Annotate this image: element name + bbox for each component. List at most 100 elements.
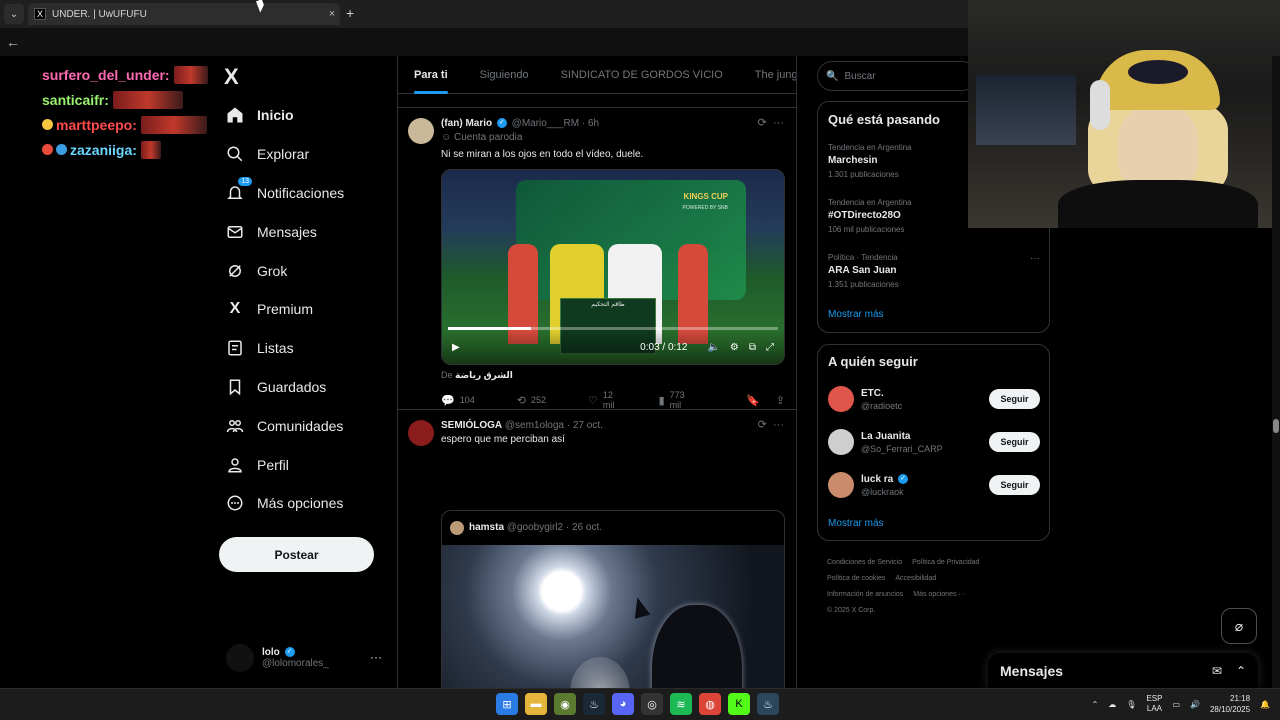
tweet-time[interactable]: · 27 oct. bbox=[567, 420, 603, 431]
page-scrollbar[interactable] bbox=[1272, 56, 1280, 688]
grok-icon[interactable]: ⟳ bbox=[758, 419, 767, 431]
browser-tab[interactable]: X UNDER. | UwUFUFU × bbox=[28, 3, 340, 25]
reply-button[interactable]: 💬 104 bbox=[441, 394, 475, 407]
sidebar-item-profile[interactable]: Perfil bbox=[222, 445, 392, 484]
x-logo-icon[interactable]: X bbox=[224, 64, 239, 90]
show-more-link[interactable]: Mostrar más bbox=[828, 309, 884, 320]
avatar[interactable] bbox=[408, 118, 434, 144]
repost-button[interactable]: ⟲ 252 bbox=[517, 394, 546, 407]
video-source-name[interactable]: الشرق رياضة bbox=[455, 370, 513, 380]
new-tab-button[interactable]: + bbox=[346, 5, 354, 21]
back-arrow-icon[interactable]: ← bbox=[0, 34, 26, 50]
footer-link[interactable]: Información de anuncios bbox=[827, 591, 903, 598]
bookmark-icon[interactable]: 🔖 bbox=[746, 394, 760, 407]
sidebar-item-home[interactable]: Inicio bbox=[222, 96, 392, 135]
sidebar-item-bookmarks[interactable]: Guardados bbox=[222, 368, 392, 407]
tweet-video[interactable]: KINGS CUP POWERED BY SNB طاقم التحكيم ▶ … bbox=[441, 169, 785, 365]
game-icon[interactable]: ◉ bbox=[554, 693, 576, 715]
settings-gear-icon[interactable]: ⚙ bbox=[730, 342, 739, 353]
messages-drawer[interactable]: Mensajes ✉ ⌃ bbox=[988, 653, 1258, 689]
tab-list-sindicato[interactable]: SINDICATO DE GORDOS VICIO bbox=[561, 56, 723, 94]
sidebar-item-grok[interactable]: Grok bbox=[222, 251, 392, 290]
views-button[interactable]: ▮ 773 mil bbox=[659, 390, 688, 410]
tweet-time[interactable]: · 6h bbox=[582, 118, 599, 129]
clock[interactable]: 21:18 28/10/2025 bbox=[1210, 693, 1250, 715]
footer-link[interactable]: Política de cookies bbox=[827, 575, 885, 582]
emote-icon bbox=[140, 115, 207, 134]
follow-button[interactable]: Seguir bbox=[989, 432, 1040, 452]
share-icon[interactable]: ⇪ bbox=[776, 394, 785, 407]
tray-chevron-icon[interactable]: ⌃ bbox=[1092, 700, 1099, 709]
tweet-author-handle[interactable]: @Mario___RM bbox=[512, 118, 579, 129]
footer-link[interactable]: Más opciones ··· bbox=[913, 591, 965, 598]
scrollbar-thumb[interactable] bbox=[1273, 419, 1279, 433]
fullscreen-icon[interactable]: ⤢ bbox=[766, 342, 774, 353]
picture-in-picture-icon[interactable]: ⧉ bbox=[749, 342, 756, 353]
volume-icon[interactable]: 🔈 bbox=[707, 342, 719, 353]
avatar[interactable] bbox=[828, 429, 854, 455]
sidebar-item-more[interactable]: Más opciones bbox=[222, 484, 392, 523]
who-to-follow-panel: A quién seguir ETC. @radioetc Seguir La … bbox=[817, 344, 1050, 541]
follow-button[interactable]: Seguir bbox=[989, 389, 1040, 409]
windows-start-icon[interactable]: ⊞ bbox=[496, 693, 518, 715]
tab-list-button[interactable]: ⌄ bbox=[4, 4, 24, 24]
avatar[interactable] bbox=[828, 472, 854, 498]
display-icon[interactable]: ▭ bbox=[1172, 700, 1180, 709]
tab-following[interactable]: Siguiendo bbox=[480, 56, 529, 94]
file-explorer-icon[interactable]: ▬ bbox=[525, 693, 547, 715]
footer-link[interactable]: Accesibilidad bbox=[895, 575, 936, 582]
notification-bell-icon[interactable]: 🔔 bbox=[1260, 700, 1270, 709]
follow-button[interactable]: Seguir bbox=[989, 475, 1040, 495]
discord-icon[interactable]: ◕ bbox=[612, 693, 634, 715]
obs-icon[interactable]: ◎ bbox=[641, 693, 663, 715]
sidebar-item-messages[interactable]: Mensajes bbox=[222, 212, 392, 251]
volume-icon[interactable]: 🔊 bbox=[1190, 700, 1200, 709]
steam-icon[interactable]: ♨ bbox=[583, 693, 605, 715]
search-input[interactable]: 🔍 Buscar bbox=[817, 61, 977, 91]
avatar[interactable] bbox=[408, 420, 434, 446]
language-indicator[interactable]: ESP LAA bbox=[1146, 694, 1162, 714]
show-more-link[interactable]: Mostrar más bbox=[828, 518, 884, 529]
network-icon[interactable]: ☁ bbox=[1108, 700, 1116, 709]
sidebar-item-communities[interactable]: Comunidades bbox=[222, 406, 392, 445]
tweet-author-handle[interactable]: @sem1ologa bbox=[505, 420, 564, 431]
more-icon[interactable]: ··· bbox=[370, 650, 382, 664]
account-switcher[interactable]: lolo ✓ @lolomorales_ ··· bbox=[226, 642, 386, 674]
trend-more-icon[interactable]: ··· bbox=[1030, 253, 1040, 264]
sidebar-item-notifications[interactable]: 13 Notificaciones bbox=[222, 174, 392, 213]
avatar[interactable] bbox=[828, 386, 854, 412]
kick-icon[interactable]: K bbox=[728, 693, 750, 715]
footer-link[interactable]: Condiciones de Servicio bbox=[827, 559, 902, 566]
tweet-author-name[interactable]: (fan) Mario bbox=[441, 118, 492, 129]
tab-for-you[interactable]: Para ti bbox=[414, 56, 448, 94]
trend-item[interactable]: Política · Tendencia ARA San Juan 1.351 … bbox=[828, 253, 1040, 289]
play-icon[interactable]: ▶ bbox=[452, 342, 460, 353]
mic-icon[interactable]: 🎙 bbox=[1126, 700, 1136, 709]
post-button[interactable]: Postear bbox=[219, 537, 374, 572]
tab-close-icon[interactable]: × bbox=[324, 8, 340, 20]
new-message-icon[interactable]: ✉ bbox=[1212, 664, 1222, 678]
sidebar-item-lists[interactable]: Listas bbox=[222, 329, 392, 368]
tweet[interactable]: (fan) Mario ✓ @Mario___RM · 6h ⟳ ··· ☺ C… bbox=[398, 108, 796, 410]
grok-floating-button[interactable]: ⌀ bbox=[1221, 608, 1257, 644]
follow-suggestion[interactable]: luck ra ✓ @luckraok Seguir bbox=[828, 470, 1040, 500]
tab-list-jungle[interactable]: The jungle bbox=[755, 56, 796, 94]
expand-up-icon[interactable]: ⌃ bbox=[1236, 664, 1246, 678]
sidebar-item-explore[interactable]: Explorar bbox=[222, 135, 392, 174]
more-icon[interactable]: ··· bbox=[773, 117, 784, 129]
chrome-icon[interactable]: ◍ bbox=[699, 693, 721, 715]
follow-suggestion[interactable]: La Juanita @So_Ferrari_CARP Seguir bbox=[828, 427, 1040, 457]
like-button[interactable]: ♡ 12 mil bbox=[588, 390, 617, 410]
more-icon[interactable]: ··· bbox=[773, 419, 784, 431]
tab-title: UNDER. | UwUFUFU bbox=[52, 8, 147, 20]
quoted-tweet[interactable]: hamsta @goobygirl2 · 26 oct. bbox=[441, 510, 785, 688]
tweet-author-name[interactable]: SEMIÓLOGA bbox=[441, 420, 502, 431]
steam-alt-icon[interactable]: ♨ bbox=[757, 693, 779, 715]
follow-suggestion[interactable]: ETC. @radioetc Seguir bbox=[828, 384, 1040, 414]
quoted-tweet-image[interactable] bbox=[442, 545, 784, 688]
grok-icon[interactable]: ⟳ bbox=[758, 117, 767, 129]
spotify-icon[interactable]: ≋ bbox=[670, 693, 692, 715]
footer-link[interactable]: Política de Privacidad bbox=[912, 559, 979, 566]
envelope-icon bbox=[222, 219, 248, 245]
sidebar-item-premium[interactable]: X Premium bbox=[222, 290, 392, 329]
